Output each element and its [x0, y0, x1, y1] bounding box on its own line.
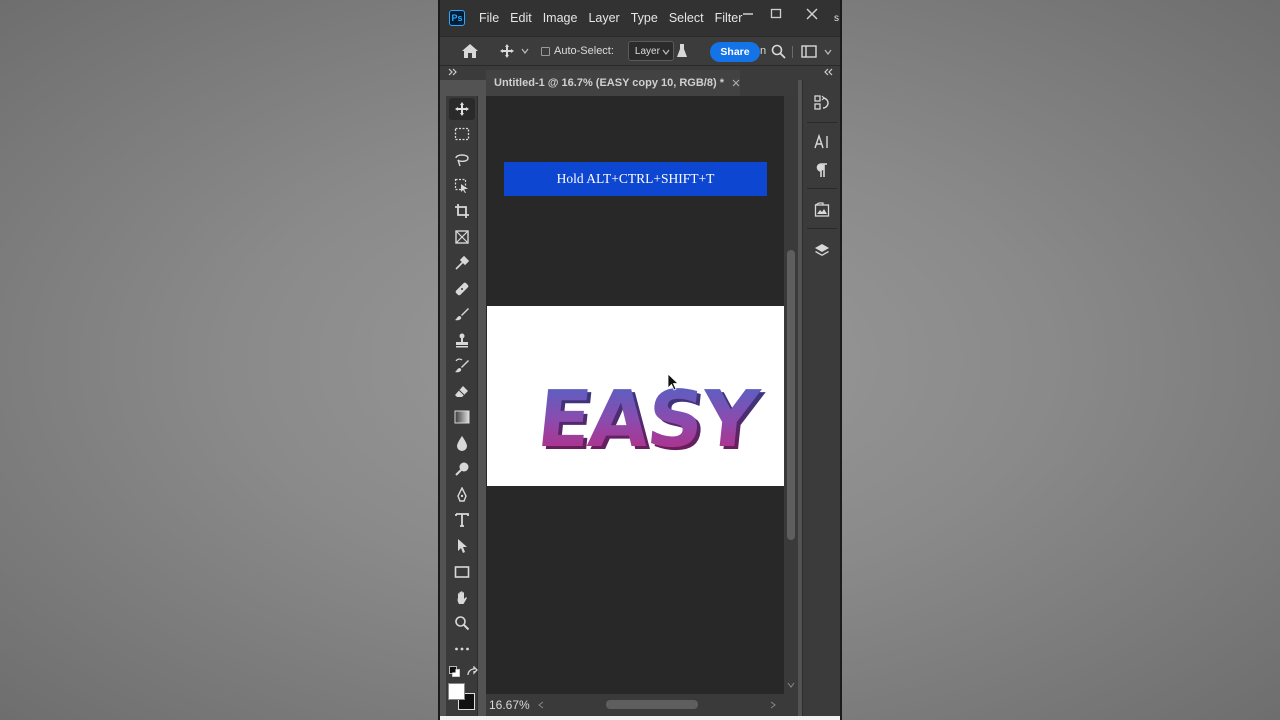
- chevron-down-icon: [662, 48, 670, 56]
- menu-file[interactable]: File: [479, 11, 499, 25]
- canvas-text: EASY: [533, 374, 764, 465]
- eraser-icon[interactable]: [449, 381, 475, 403]
- collapse-panels-icon[interactable]: [824, 68, 834, 76]
- menu-filter[interactable]: Filter: [715, 11, 743, 25]
- menu-layer[interactable]: Layer: [588, 11, 619, 25]
- chevron-down-icon[interactable]: [824, 48, 832, 56]
- eyedropper-icon[interactable]: [449, 252, 475, 274]
- gradient-icon[interactable]: [449, 406, 475, 428]
- rectangle-icon[interactable]: [449, 561, 475, 583]
- libraries-icon[interactable]: [809, 197, 835, 223]
- history-brush-icon[interactable]: [449, 355, 475, 377]
- status-bar: 16.67%: [486, 694, 798, 716]
- crop-icon[interactable]: [449, 200, 475, 222]
- close-window-icon[interactable]: [806, 8, 818, 23]
- auto-select-label: Auto-Select:: [554, 45, 614, 57]
- menu-overflow[interactable]: s: [834, 13, 839, 24]
- zoom-level[interactable]: 16.67%: [489, 698, 530, 712]
- move-icon[interactable]: [449, 98, 475, 120]
- more-tools-icon[interactable]: [449, 638, 475, 660]
- dodge-icon[interactable]: [449, 458, 475, 480]
- scroll-right-icon[interactable]: [770, 701, 776, 709]
- menu-select[interactable]: Select: [669, 11, 704, 25]
- document-tab-title: Untitled-1 @ 16.7% (EASY copy 10, RGB/8)…: [494, 77, 724, 89]
- search-icon[interactable]: [771, 44, 786, 59]
- history-icon[interactable]: [809, 90, 835, 116]
- home-icon[interactable]: [461, 43, 479, 59]
- flask-icon[interactable]: [676, 43, 688, 59]
- scroll-down-icon[interactable]: [787, 682, 795, 688]
- horizontal-scrollbar-thumb[interactable]: [606, 700, 698, 709]
- character-icon[interactable]: [809, 129, 835, 155]
- menu-type[interactable]: Type: [631, 11, 658, 25]
- maximize-icon[interactable]: [770, 8, 782, 23]
- marquee-icon[interactable]: [449, 123, 475, 145]
- menu-edit[interactable]: Edit: [510, 11, 532, 25]
- hand-icon[interactable]: [449, 587, 475, 609]
- panel-separator: [807, 122, 837, 123]
- lasso-icon[interactable]: [449, 149, 475, 171]
- options-partial-text: n: [760, 45, 767, 57]
- close-tab-icon[interactable]: [732, 79, 740, 87]
- options-separator: [792, 46, 793, 58]
- swap-colors-icon[interactable]: [466, 666, 478, 678]
- brush-icon[interactable]: [449, 303, 475, 325]
- photoshop-window: Ps File Edit Image Layer Type Select Fil…: [438, 0, 842, 720]
- document-tab-bar: Untitled-1 @ 16.7% (EASY copy 10, RGB/8)…: [486, 70, 798, 96]
- frame-icon[interactable]: [449, 226, 475, 248]
- chevron-down-icon[interactable]: [521, 47, 529, 55]
- ps-logo: Ps: [449, 10, 465, 26]
- healing-brush-icon[interactable]: [449, 278, 475, 300]
- easy-3d-text-art: EASY EASY: [533, 373, 768, 468]
- layers-icon[interactable]: [809, 238, 835, 264]
- zoom-icon[interactable]: [449, 612, 475, 634]
- move-tool-preset-icon[interactable]: [499, 43, 515, 59]
- options-bar: Auto-Select: Layer Share n: [440, 36, 840, 66]
- panel-separator: [807, 228, 837, 229]
- type-icon[interactable]: [449, 509, 475, 531]
- shortcut-banner: Hold ALT+CTRL+SHIFT+T: [504, 162, 767, 196]
- workspace-icon[interactable]: [801, 45, 817, 58]
- vertical-scrollbar-thumb[interactable]: [787, 250, 795, 540]
- right-panel-dock: [802, 80, 840, 716]
- vertical-scrollbar[interactable]: [784, 96, 798, 694]
- path-select-icon[interactable]: [449, 535, 475, 557]
- object-select-icon[interactable]: [449, 175, 475, 197]
- layer-select-value: Layer: [634, 45, 660, 57]
- document-tab[interactable]: Untitled-1 @ 16.7% (EASY copy 10, RGB/8)…: [486, 70, 740, 96]
- minimize-icon[interactable]: [742, 6, 754, 21]
- menu-image[interactable]: Image: [543, 11, 578, 25]
- paragraph-icon[interactable]: [809, 157, 835, 183]
- menu-bar: Ps File Edit Image Layer Type Select Fil…: [440, 0, 840, 36]
- blur-icon[interactable]: [449, 432, 475, 454]
- foreground-color-swatch[interactable]: [448, 683, 465, 700]
- stamp-icon[interactable]: [449, 329, 475, 351]
- window-bottom-edge: [440, 716, 840, 720]
- layer-select[interactable]: Layer: [627, 41, 674, 61]
- pen-icon[interactable]: [449, 484, 475, 506]
- scroll-left-icon[interactable]: [538, 701, 544, 709]
- panel-separator: [807, 188, 837, 189]
- tools-panel: [446, 96, 478, 716]
- auto-select-checkbox[interactable]: [541, 46, 550, 56]
- share-button[interactable]: Share: [710, 42, 760, 62]
- document-canvas[interactable]: EASY EASY: [487, 306, 784, 486]
- default-colors-icon[interactable]: [449, 666, 460, 677]
- expand-toolbar-icon[interactable]: [448, 68, 458, 76]
